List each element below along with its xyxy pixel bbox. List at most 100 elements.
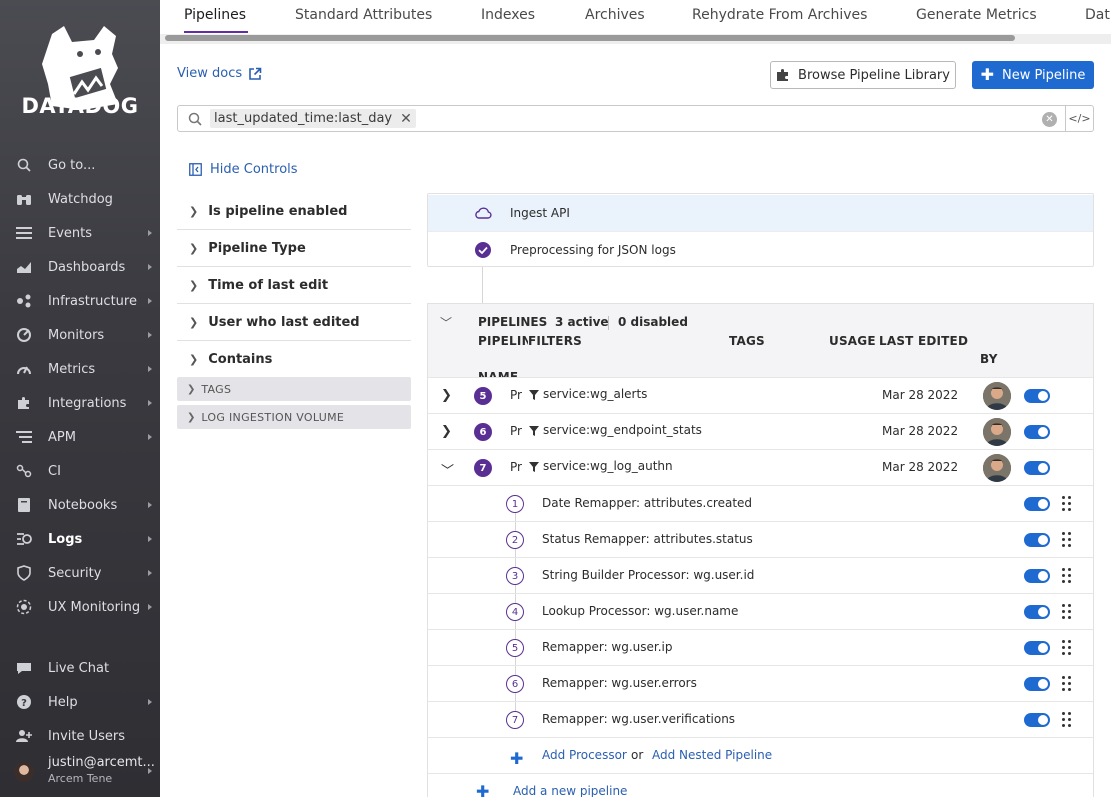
chevron-right-icon: ❯ bbox=[189, 278, 199, 292]
pipeline-row[interactable]: ❯ 6 Pr service:wg_endpoint_stats Mar 28 2022 bbox=[428, 413, 1093, 449]
tab-archives[interactable]: Archives bbox=[585, 7, 645, 23]
drag-handle-icon[interactable] bbox=[1062, 532, 1072, 548]
list-icon bbox=[16, 225, 32, 241]
pipelines-table: ﹀ PIPELINES 3 active 0 disabled PIPELINE… bbox=[427, 303, 1094, 797]
processor-order-badge: 5 bbox=[506, 639, 524, 657]
processor-enabled-toggle[interactable] bbox=[1024, 605, 1050, 619]
tab-data-access[interactable]: Dat bbox=[1085, 7, 1110, 23]
sidebar-item-label: Monitors bbox=[48, 327, 105, 343]
tab-generate-metrics[interactable]: Generate Metrics bbox=[916, 7, 1037, 23]
sidebar-item-go-to[interactable]: Go to... bbox=[0, 150, 160, 180]
processor-enabled-toggle[interactable] bbox=[1024, 497, 1050, 511]
processor-row[interactable]: 7 Remapper: wg.user.verifications bbox=[428, 701, 1093, 737]
add-new-pipeline-link[interactable]: Add a new pipeline bbox=[513, 784, 627, 797]
user-avatar bbox=[14, 762, 34, 782]
processor-enabled-toggle[interactable] bbox=[1024, 677, 1050, 691]
facet-group-ingestion-volume[interactable]: ❯ LOG INGESTION VOLUME bbox=[177, 405, 411, 429]
plus-icon: ✚ bbox=[980, 65, 995, 84]
facet-user-last-edited[interactable]: ❯ User who last edited bbox=[177, 304, 411, 341]
processor-enabled-toggle[interactable] bbox=[1024, 569, 1050, 583]
chevron-down-icon[interactable]: ﹀ bbox=[441, 460, 454, 479]
processor-enabled-toggle[interactable] bbox=[1024, 713, 1050, 727]
sidebar-item-apm[interactable]: APM bbox=[0, 422, 160, 452]
ingest-api-row[interactable]: Ingest API bbox=[428, 195, 1093, 231]
search-icon bbox=[16, 157, 32, 173]
chart-icon bbox=[16, 259, 32, 275]
browse-pipeline-library-button[interactable]: Browse Pipeline Library bbox=[770, 61, 956, 89]
sidebar-item-integrations[interactable]: Integrations bbox=[0, 388, 160, 418]
drag-handle-icon[interactable] bbox=[1062, 640, 1072, 656]
tab-bar: Pipelines Standard Attributes Indexes Ar… bbox=[160, 0, 1111, 34]
view-docs-link[interactable]: View docs bbox=[177, 66, 262, 81]
sidebar-item-notebooks[interactable]: Notebooks bbox=[0, 490, 160, 520]
logs-icon bbox=[16, 531, 32, 547]
drag-handle-icon[interactable] bbox=[1062, 568, 1072, 584]
code-view-icon[interactable]: </> bbox=[1065, 105, 1093, 132]
hide-controls-button[interactable]: Hide Controls bbox=[189, 162, 298, 177]
user-menu[interactable]: justin@arcemt... Arcem Tene bbox=[0, 752, 160, 790]
tab-scrollbar[interactable] bbox=[165, 35, 1015, 41]
processor-row[interactable]: 3 String Builder Processor: wg.user.id bbox=[428, 557, 1093, 603]
drag-handle-icon[interactable] bbox=[1062, 604, 1072, 620]
preprocessing-row[interactable]: Preprocessing for JSON logs bbox=[428, 231, 1093, 267]
processor-enabled-toggle[interactable] bbox=[1024, 533, 1050, 547]
processor-row[interactable]: 6 Remapper: wg.user.errors bbox=[428, 665, 1093, 711]
search-bar[interactable]: last_updated_time:last_day ✕ ✕ </> bbox=[177, 105, 1094, 132]
new-pipeline-button[interactable]: ✚ New Pipeline bbox=[972, 61, 1094, 89]
chevron-right-icon: ❯ bbox=[189, 204, 199, 218]
search-filter-pill[interactable]: last_updated_time:last_day ✕ bbox=[210, 109, 416, 128]
processor-row[interactable]: 1 Date Remapper: attributes.created bbox=[428, 485, 1093, 531]
col-header-last-edited: LAST EDITED bbox=[879, 334, 969, 348]
sidebar-item-security[interactable]: Security bbox=[0, 558, 160, 588]
processor-row[interactable]: 5 Remapper: wg.user.ip bbox=[428, 629, 1093, 675]
sidebar-item-ci[interactable]: CI bbox=[0, 456, 160, 486]
tab-rehydrate[interactable]: Rehydrate From Archives bbox=[692, 7, 867, 23]
chevron-right-icon bbox=[148, 768, 152, 774]
pipeline-enabled-toggle[interactable] bbox=[1024, 461, 1050, 475]
sidebar-item-live-chat[interactable]: Live Chat bbox=[0, 653, 160, 683]
chevron-right-icon: ❯ bbox=[189, 315, 199, 329]
sidebar-item-dashboards[interactable]: Dashboards bbox=[0, 252, 160, 282]
pipeline-enabled-toggle[interactable] bbox=[1024, 389, 1050, 403]
facet-group-tags[interactable]: ❯ TAGS bbox=[177, 377, 411, 401]
processor-order-badge: 2 bbox=[506, 531, 524, 549]
pipeline-enabled-toggle[interactable] bbox=[1024, 425, 1050, 439]
monitor-icon bbox=[16, 327, 32, 343]
chevron-right-icon: ❯ bbox=[187, 383, 196, 395]
sidebar-item-watchdog[interactable]: Watchdog bbox=[0, 184, 160, 214]
facet-pipeline-type[interactable]: ❯ Pipeline Type bbox=[177, 230, 411, 267]
sidebar-item-ux-monitoring[interactable]: UX Monitoring bbox=[0, 592, 160, 622]
facet-contains[interactable]: ❯ Contains bbox=[177, 341, 411, 378]
pipeline-filter: service:wg_alerts bbox=[543, 387, 648, 401]
divider bbox=[608, 316, 609, 330]
sidebar-item-monitors[interactable]: Monitors bbox=[0, 320, 160, 350]
clear-search-icon[interactable]: ✕ bbox=[1042, 112, 1057, 127]
add-nested-pipeline-link[interactable]: Add Nested Pipeline bbox=[652, 748, 772, 762]
drag-handle-icon[interactable] bbox=[1062, 496, 1072, 512]
user-org: Arcem Tene bbox=[48, 772, 113, 785]
facet-time-last-edit[interactable]: ❯ Time of last edit bbox=[177, 267, 411, 304]
sidebar-item-infrastructure[interactable]: Infrastructure bbox=[0, 286, 160, 316]
processor-row[interactable]: 2 Status Remapper: attributes.status bbox=[428, 521, 1093, 567]
processor-row[interactable]: 4 Lookup Processor: wg.user.name bbox=[428, 593, 1093, 639]
pipeline-row[interactable]: ﹀ 7 Pr service:wg_log_authn Mar 28 2022 bbox=[428, 449, 1093, 485]
sidebar-item-events[interactable]: Events bbox=[0, 218, 160, 248]
tab-indexes[interactable]: Indexes bbox=[481, 7, 535, 23]
sidebar-item-logs[interactable]: Logs bbox=[0, 524, 160, 554]
facet-pipeline-enabled[interactable]: ❯ Is pipeline enabled bbox=[177, 193, 411, 230]
sidebar-item-metrics[interactable]: Metrics bbox=[0, 354, 160, 384]
processor-name: Lookup Processor: wg.user.name bbox=[542, 604, 739, 618]
drag-handle-icon[interactable] bbox=[1062, 676, 1072, 692]
pipeline-row[interactable]: ❯ 5 Pr service:wg_alerts Mar 28 2022 bbox=[428, 377, 1093, 413]
remove-filter-icon[interactable]: ✕ bbox=[400, 111, 412, 127]
sidebar-item-help[interactable]: ? Help bbox=[0, 687, 160, 717]
tab-pipelines[interactable]: Pipelines bbox=[184, 7, 246, 23]
chevron-right-icon[interactable]: ❯ bbox=[441, 424, 452, 439]
tab-standard-attributes[interactable]: Standard Attributes bbox=[295, 7, 432, 23]
add-processor-link[interactable]: Add Processor bbox=[542, 748, 627, 762]
collapse-chevron-icon[interactable]: ﹀ bbox=[440, 314, 452, 331]
processor-enabled-toggle[interactable] bbox=[1024, 641, 1050, 655]
sidebar-item-invite-users[interactable]: Invite Users bbox=[0, 721, 160, 751]
chevron-right-icon[interactable]: ❯ bbox=[441, 388, 452, 403]
drag-handle-icon[interactable] bbox=[1062, 712, 1072, 728]
